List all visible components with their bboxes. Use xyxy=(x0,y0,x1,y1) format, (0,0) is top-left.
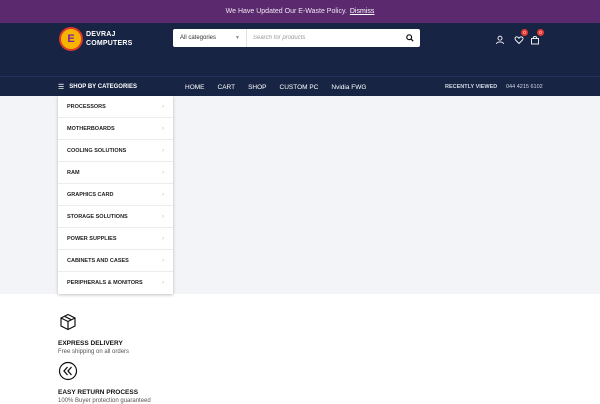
cart-count-badge: 0 xyxy=(537,29,544,36)
category-item-ram[interactable]: RAM › xyxy=(58,162,173,184)
delivery-box-icon xyxy=(60,313,76,331)
notice-bar: We Have Updated Our E-Waste Policy. Dism… xyxy=(0,0,600,23)
shopping-bag-icon xyxy=(531,35,539,45)
category-item-processors[interactable]: PROCESSORS › xyxy=(58,96,173,118)
hamburger-icon: ☰ xyxy=(58,84,65,91)
feature-subtitle: 100% Buyer protection guaranteed xyxy=(58,398,151,404)
category-select[interactable]: All categories ▼ xyxy=(173,29,247,47)
search-input[interactable] xyxy=(247,29,400,47)
site-header: E DEVRAJ COMPUTERS All categories ▼ 0 xyxy=(0,23,600,76)
category-label: POWER SUPPLIES xyxy=(67,235,117,242)
cart-button[interactable]: 0 xyxy=(530,29,544,45)
chevron-down-icon: ▼ xyxy=(235,35,240,41)
chevron-right-icon: › xyxy=(162,257,164,264)
phone-number[interactable]: 044 4215 6102 xyxy=(506,84,543,90)
logo-line-2: COMPUTERS xyxy=(86,40,133,47)
chevron-right-icon: › xyxy=(162,213,164,220)
feature-subtitle: Free shipping on all orders xyxy=(58,349,130,355)
category-item-storage-solutions[interactable]: STORAGE SOLUTIONS › xyxy=(58,206,173,228)
chevron-right-icon: › xyxy=(162,191,164,198)
feature-title: EXPRESS DELIVERY xyxy=(58,340,123,347)
main-navbar: ☰ SHOP BY CATEGORIES HOME CART SHOP CUST… xyxy=(0,76,600,96)
main-menu: HOME CART SHOP CUSTOM PC Nvidia FWG xyxy=(185,77,379,97)
chevron-right-icon: › xyxy=(162,103,164,110)
category-item-cabinets-and-cases[interactable]: CABINETS AND CASES › xyxy=(58,250,173,272)
category-item-peripherals-monitors[interactable]: PERIPHERALS & MONITORS › xyxy=(58,272,173,294)
chevron-right-icon: › xyxy=(162,125,164,132)
category-select-value: All categories xyxy=(180,35,217,41)
wishlist-button[interactable]: 0 xyxy=(514,29,528,45)
menu-item-shop[interactable]: SHOP xyxy=(248,84,266,91)
category-label: MOTHERBOARDS xyxy=(67,125,115,132)
feature-title: EASY RETURN PROCESS xyxy=(58,389,139,396)
feature-express-delivery: EXPRESS DELIVERY Free shipping on all or… xyxy=(58,312,129,355)
category-label: CABINETS AND CASES xyxy=(67,257,129,264)
logo-mark: E xyxy=(59,27,83,51)
category-label: STORAGE SOLUTIONS xyxy=(67,213,128,220)
heart-icon xyxy=(514,36,524,45)
search-button[interactable] xyxy=(400,29,420,47)
logo-text: DEVRAJ COMPUTERS xyxy=(86,30,133,48)
feature-easy-return: EASY RETURN PROCESS 100% Buyer protectio… xyxy=(58,361,151,404)
category-label: PROCESSORS xyxy=(67,103,106,110)
category-menu: PROCESSORS › MOTHERBOARDS › COOLING SOLU… xyxy=(58,96,173,294)
chevron-right-icon: › xyxy=(162,235,164,242)
return-arrows-icon xyxy=(58,361,78,381)
chevron-right-icon: › xyxy=(162,169,164,176)
category-label: PERIPHERALS & MONITORS xyxy=(67,280,143,286)
notice-text: We Have Updated Our E-Waste Policy. xyxy=(225,8,347,15)
category-label: RAM xyxy=(67,169,80,176)
search-icon xyxy=(406,34,414,42)
shop-by-categories-toggle[interactable]: ☰ SHOP BY CATEGORIES xyxy=(58,77,173,97)
category-item-graphics-card[interactable]: GRAPHICS CARD › xyxy=(58,184,173,206)
chevron-right-icon: › xyxy=(162,280,164,286)
wishlist-count-badge: 0 xyxy=(521,29,528,36)
category-label: GRAPHICS CARD xyxy=(67,191,114,198)
category-item-motherboards[interactable]: MOTHERBOARDS › xyxy=(58,118,173,140)
search-bar: All categories ▼ xyxy=(173,29,420,47)
logo-line-1: DEVRAJ xyxy=(86,31,116,38)
recently-viewed-link[interactable]: RECENTLY VIEWED xyxy=(445,84,497,90)
chevron-right-icon: › xyxy=(162,147,164,154)
menu-item-cart[interactable]: CART xyxy=(218,84,236,91)
account-button[interactable] xyxy=(495,32,505,45)
category-label: COOLING SOLUTIONS xyxy=(67,147,127,154)
site-logo[interactable]: E DEVRAJ COMPUTERS xyxy=(59,27,133,51)
dismiss-link[interactable]: Dismiss xyxy=(350,8,375,15)
menu-item-custom-pc[interactable]: CUSTOM PC xyxy=(280,84,319,91)
menu-item-nvidia-fwg[interactable]: Nvidia FWG xyxy=(331,84,366,91)
category-item-power-supplies[interactable]: POWER SUPPLIES › xyxy=(58,228,173,250)
category-item-cooling-solutions[interactable]: COOLING SOLUTIONS › xyxy=(58,140,173,162)
shop-by-categories-label: SHOP BY CATEGORIES xyxy=(69,84,137,90)
user-icon xyxy=(496,35,504,45)
menu-item-home[interactable]: HOME xyxy=(185,84,205,91)
